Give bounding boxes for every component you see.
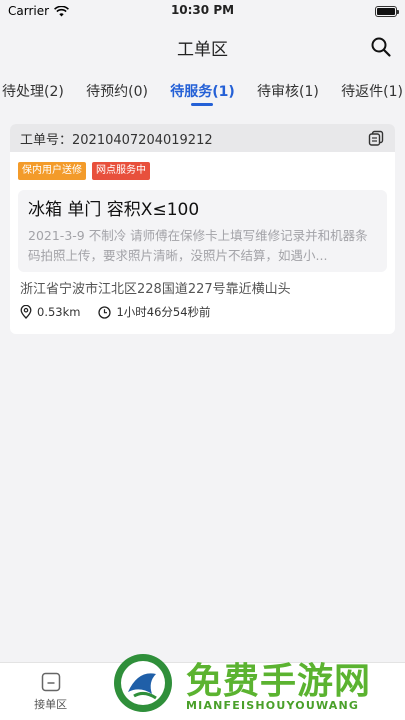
clock-icon: [98, 305, 112, 319]
watermark: 免费手游网 MIANFEISHOUYOUWANG: [108, 652, 405, 720]
warranty-badge: 保内用户送修: [18, 162, 86, 180]
tab-pending-review[interactable]: 待审核(1): [257, 72, 319, 112]
watermark-subtitle: MIANFEISHOUYOUWANG: [186, 699, 360, 712]
tab-pending-appointment[interactable]: 待预约(0): [86, 72, 148, 112]
bottom-nav-label: 接单区: [34, 698, 68, 711]
card-header: 工单号：20210407204019212: [10, 124, 395, 152]
distance-info: 0.53km: [20, 305, 80, 319]
order-meta: 0.53km 1小时46分54秒前: [10, 300, 395, 320]
bottom-nav-item-orders[interactable]: 接单区: [11, 671, 91, 712]
search-icon[interactable]: [369, 35, 393, 59]
elapsed-info: 1小时46分54秒前: [98, 304, 211, 320]
order-description: 2021-3-9 不制冷 请师傅在保修卡上填写维修记录并和机器条码拍照上传，要求…: [28, 228, 368, 263]
watermark-logo-icon: [114, 654, 172, 712]
copy-icon[interactable]: [367, 129, 385, 147]
carrier-label: Carrier: [8, 4, 50, 18]
status-bar: Carrier: [0, 0, 405, 22]
product-title: 冰箱 单门 容积X≤100: [28, 200, 200, 220]
work-order-card[interactable]: 工单号：20210407204019212 保内用户送修 网点服务中 冰箱 单门…: [10, 124, 395, 334]
tab-pending-service[interactable]: 待服务(1): [170, 72, 235, 112]
nav-bar: 工单区: [0, 22, 405, 72]
location-pin-icon: [20, 305, 32, 319]
elapsed-value: 1小时46分54秒前: [116, 305, 211, 319]
status-badge: 网点服务中: [92, 162, 150, 180]
order-detail-box: 冰箱 单门 容积X≤100 2021-3-9 不制冷 请师傅在保修卡上填写维修记…: [18, 190, 387, 272]
tab-pending-process[interactable]: 待处理(2): [2, 72, 64, 112]
order-number: 工单号：20210407204019212: [20, 132, 213, 148]
tab-pending-return[interactable]: 待返件(1): [341, 72, 403, 112]
status-tabs: 待处理(2) 待预约(0) 待服务(1) 待审核(1) 待返件(1): [0, 72, 405, 112]
wifi-icon: [54, 5, 70, 16]
service-address: 浙江省宁波市江北区228国道227号靠近横山头: [20, 282, 291, 297]
page-title: 工单区: [177, 39, 228, 60]
watermark-title: 免费手游网: [186, 661, 372, 702]
inbox-icon: [41, 672, 60, 692]
badge-row: 保内用户送修 网点服务中: [10, 152, 395, 180]
distance-value: 0.53km: [37, 305, 81, 319]
status-left: Carrier: [8, 4, 70, 18]
battery-icon: [375, 5, 399, 17]
